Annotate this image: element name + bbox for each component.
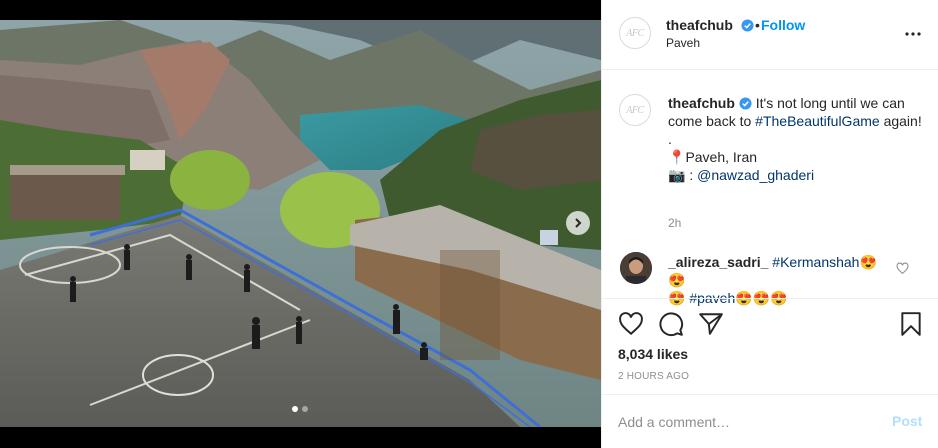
follow-button[interactable]: Follow (761, 17, 805, 33)
caption-dot-line: . (668, 131, 672, 147)
media-letterbox-bottom (0, 427, 601, 448)
post-media (0, 0, 601, 448)
commenter-avatar[interactable] (620, 252, 652, 284)
post-photo[interactable] (0, 20, 601, 427)
camera-emoji: 📷 (668, 167, 686, 183)
media-letterbox-top (0, 0, 601, 20)
carousel-next-button[interactable] (566, 211, 590, 235)
post-caption: theafchub It's not long until we can com… (668, 94, 930, 184)
carousel-dot (302, 406, 308, 412)
post-header: AFC theafchub • Follow Paveh (602, 0, 938, 70)
comment-username[interactable]: _alireza_sadri_ (668, 254, 768, 270)
more-options-icon[interactable] (903, 24, 923, 44)
caption-avatar[interactable]: AFC (619, 94, 651, 126)
post-actions: 8,034 likes 2 HOURS AGO (602, 298, 938, 393)
post-side-panel: AFC theafchub • Follow Paveh AFC theafch… (601, 0, 938, 448)
post-timestamp[interactable]: 2 HOURS AGO (618, 371, 689, 382)
carousel-dot-active (292, 406, 298, 412)
mention-link[interactable]: @nawzad_ghaderi (697, 167, 814, 183)
caption-text-end: again! (879, 113, 922, 129)
avatar[interactable]: AFC (619, 17, 651, 49)
comment-bubble-icon[interactable] (658, 311, 684, 337)
verified-badge-icon (741, 19, 754, 32)
caption-location: Paveh, Iran (685, 149, 758, 165)
location-link[interactable]: Paveh (666, 36, 700, 50)
hashtag-link[interactable]: #TheBeautifulGame (755, 113, 880, 129)
pin-emoji: 📍 (668, 149, 686, 165)
credit-prefix: : (685, 167, 698, 183)
verified-badge-icon (739, 97, 752, 110)
comment-input[interactable] (618, 411, 878, 433)
afc-logo: AFC (626, 27, 644, 39)
afc-logo: AFC (626, 104, 644, 116)
comment-like-icon[interactable] (896, 262, 909, 275)
bookmark-icon[interactable] (898, 311, 924, 337)
like-heart-icon[interactable] (618, 311, 644, 337)
caption-username[interactable]: theafchub (668, 95, 735, 111)
username-text: theafchub (666, 17, 733, 33)
chevron-right-icon (575, 218, 582, 228)
add-comment-bar: Post (602, 394, 938, 448)
share-paper-plane-icon[interactable] (698, 311, 724, 337)
carousel-indicator (292, 406, 308, 412)
user-photo-icon (620, 252, 652, 284)
separator-dot: • (755, 17, 760, 33)
post-comment-button[interactable]: Post (892, 413, 922, 429)
username-link[interactable]: theafchub (666, 17, 754, 33)
hashtag-link[interactable]: #Kermanshah (772, 254, 859, 270)
likes-count[interactable]: 8,034 likes (618, 346, 688, 362)
comments-section: AFC theafchub It's not long until we can… (602, 71, 938, 306)
caption-timestamp[interactable]: 2h (668, 216, 681, 230)
